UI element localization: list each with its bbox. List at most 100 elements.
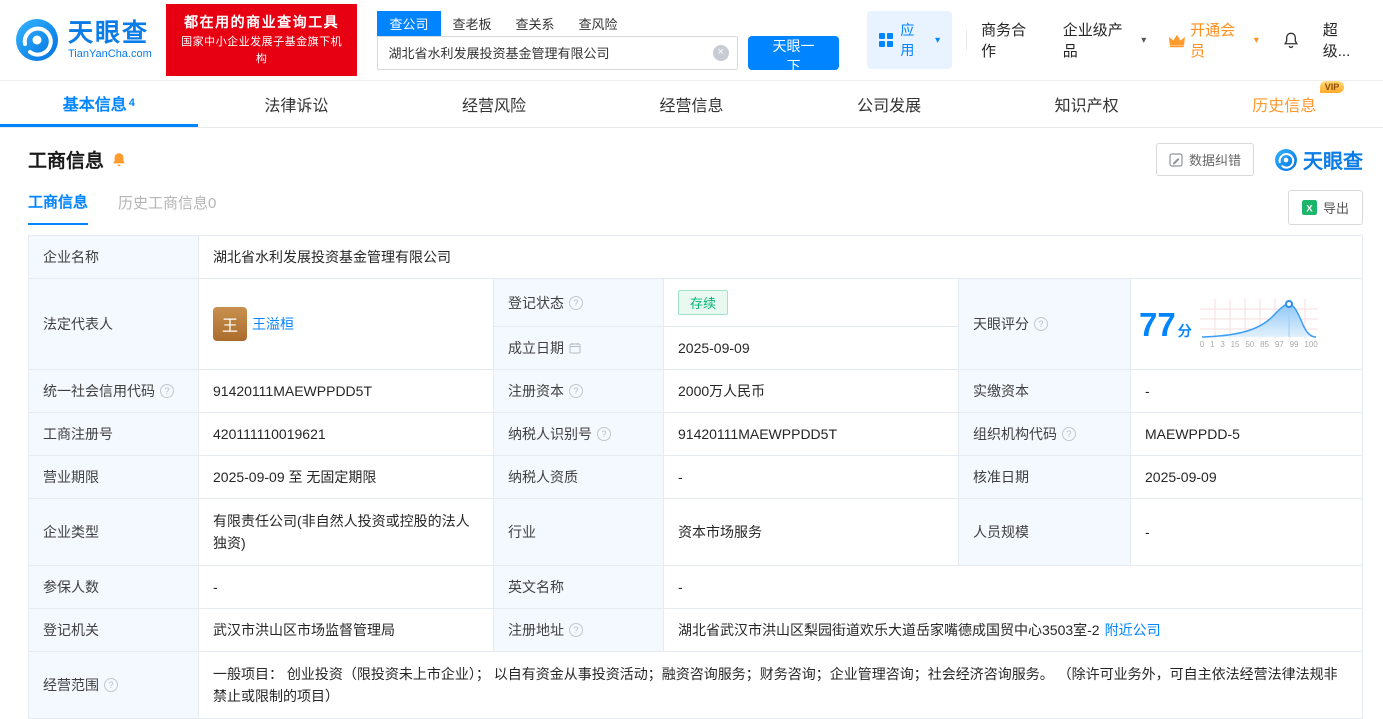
crown-icon: [1168, 33, 1186, 48]
top-header: 天眼查 TianYanCha.com 都在用的商业查询工具 国家中小企业发展子基…: [0, 0, 1383, 80]
value-registered-capital: 2000万人民币: [664, 370, 959, 413]
label-industry: 行业: [494, 499, 664, 566]
value-company-type: 有限责任公司(非自然人投资或控股的法人独资): [199, 499, 494, 566]
tianyancha-watermark: 天眼查: [1274, 145, 1363, 174]
help-icon[interactable]: ?: [569, 296, 583, 310]
announcement-bell-icon: [111, 152, 127, 168]
value-registration-number: 420111110019621: [199, 413, 494, 456]
label-registration-authority: 登记机关: [29, 609, 199, 652]
value-tianyan-score: 77分 01: [1131, 279, 1363, 370]
link-enterprise-products[interactable]: 企业级产品 ▾: [1063, 19, 1147, 61]
label-approval-date: 核准日期: [959, 456, 1131, 499]
search-tab-risk[interactable]: 查风险: [567, 11, 630, 36]
help-icon[interactable]: ?: [1062, 427, 1076, 441]
notification-bell-icon[interactable]: [1281, 30, 1301, 50]
help-icon[interactable]: ?: [104, 678, 118, 692]
label-english-name: 英文名称: [494, 566, 664, 609]
value-paid-in-capital: -: [1131, 370, 1363, 413]
help-icon[interactable]: ?: [569, 623, 583, 637]
tianyancha-logo[interactable]: 天眼查 TianYanCha.com: [14, 17, 152, 63]
label-staff-size: 人员规模: [959, 499, 1131, 566]
search-button[interactable]: 天眼一下: [748, 36, 840, 70]
search-tab-relation[interactable]: 查关系: [504, 11, 567, 36]
label-taxpayer-id: 纳税人识别号?: [494, 413, 664, 456]
search-tab-company[interactable]: 查公司: [377, 11, 440, 36]
business-info-subtabs: 工商信息 历史工商信息0 X 导出: [0, 184, 1383, 225]
chevron-down-icon: ▾: [1141, 35, 1146, 46]
search-box: ×: [377, 36, 737, 70]
tab-history-info[interactable]: 历史信息 VIP: [1185, 81, 1383, 127]
logo-domain-text: TianYanCha.com: [68, 48, 152, 61]
calendar-icon[interactable]: [569, 342, 581, 354]
label-registered-capital: 注册资本?: [494, 370, 664, 413]
logo-brand-text: 天眼查: [68, 19, 152, 48]
score-unit: 分: [1178, 323, 1192, 339]
tab-intellectual-property[interactable]: 知识产权: [988, 81, 1186, 127]
label-paid-in-capital: 实缴资本: [959, 370, 1131, 413]
chevron-down-icon: ▾: [935, 35, 940, 46]
apps-menu[interactable]: 应用 ▾: [867, 11, 952, 69]
subtab-business-info[interactable]: 工商信息: [28, 191, 88, 225]
value-taxpayer-id: 91420111MAEWPPDD5T: [664, 413, 959, 456]
tab-operating-info[interactable]: 经营信息: [593, 81, 791, 127]
value-taxpayer-qualification: -: [664, 456, 959, 499]
promo-badge: 都在用的商业查询工具 国家中小企业发展子基金旗下机构: [166, 4, 358, 76]
value-insured-count: -: [199, 566, 494, 609]
label-company-type: 企业类型: [29, 499, 199, 566]
label-taxpayer-qualification: 纳税人资质: [494, 456, 664, 499]
value-business-term: 2025-09-09 至 无固定期限: [199, 456, 494, 499]
search-input[interactable]: [377, 36, 737, 70]
link-super-vip[interactable]: 超级...: [1323, 19, 1365, 61]
label-business-scope: 经营范围?: [29, 652, 199, 719]
apps-label: 应用: [900, 20, 928, 60]
help-icon[interactable]: ?: [597, 427, 611, 441]
company-nav-tabs: 基本信息4 法律诉讼 经营风险 经营信息 公司发展 知识产权 历史信息 VIP: [0, 80, 1383, 128]
tab-legal-proceedings[interactable]: 法律诉讼: [198, 81, 396, 127]
legal-representative-link[interactable]: 王溢桓: [252, 314, 294, 334]
tab-basic-info[interactable]: 基本信息4: [0, 81, 198, 127]
link-open-membership[interactable]: 开通会员 ▾: [1168, 19, 1258, 61]
label-tianyan-score: 天眼评分?: [959, 279, 1131, 370]
avatar[interactable]: 王: [213, 307, 247, 341]
nearby-companies-link[interactable]: 附近公司: [1105, 620, 1161, 640]
data-correction-button[interactable]: 数据纠错: [1156, 143, 1254, 176]
value-approval-date: 2025-09-09: [1131, 456, 1363, 499]
value-english-name: -: [664, 566, 1363, 609]
search-tab-boss[interactable]: 查老板: [441, 11, 504, 36]
edit-document-icon: [1169, 153, 1183, 167]
excel-icon: X: [1302, 200, 1317, 215]
tianyancha-logo-icon: [1274, 148, 1298, 172]
help-icon[interactable]: ?: [569, 384, 583, 398]
export-button[interactable]: X 导出: [1288, 190, 1363, 225]
value-organization-code: MAEWPPDD-5: [1131, 413, 1363, 456]
section-title: 工商信息: [28, 146, 127, 173]
label-credit-code: 统一社会信用代码?: [29, 370, 199, 413]
tab-company-development[interactable]: 公司发展: [790, 81, 988, 127]
help-icon[interactable]: ?: [1034, 317, 1048, 331]
subtab-history-business-info[interactable]: 历史工商信息0: [118, 192, 216, 224]
value-registration-authority: 武汉市洪山区市场监督管理局: [199, 609, 494, 652]
label-registration-number: 工商注册号: [29, 413, 199, 456]
link-business-cooperation[interactable]: 商务合作: [981, 19, 1041, 61]
score-axis-ticks: 01 315 5085 9799 100: [1200, 340, 1318, 349]
tab-basic-count: 4: [129, 97, 135, 109]
label-insured-count: 参保人数: [29, 566, 199, 609]
search-area: 查公司 查老板 查关系 查风险 × 天眼一下: [377, 11, 839, 70]
label-company-name: 企业名称: [29, 236, 199, 279]
score-number: 77分: [1139, 308, 1192, 341]
value-registered-address: 湖北省武汉市洪山区梨园街道欢乐大道岳家嘴德成国贸中心3503室-2 附近公司: [664, 609, 1363, 652]
promo-line2: 国家中小企业发展子基金旗下机构: [176, 34, 348, 68]
chevron-down-icon: ▾: [1254, 35, 1259, 46]
label-registered-address: 注册地址?: [494, 609, 664, 652]
tianyancha-logo-icon: [14, 17, 60, 63]
help-icon[interactable]: ?: [160, 384, 174, 398]
label-organization-code: 组织机构代码?: [959, 413, 1131, 456]
value-credit-code: 91420111MAEWPPDD5T: [199, 370, 494, 413]
tab-operating-risk[interactable]: 经营风险: [395, 81, 593, 127]
clear-icon[interactable]: ×: [713, 45, 729, 61]
promo-line1: 都在用的商业查询工具: [176, 12, 348, 34]
label-establishment-date: 成立日期: [494, 327, 664, 370]
value-legal-representative: 王 王溢桓: [199, 279, 494, 370]
top-nav-links: 商务合作 企业级产品 ▾ 开通会员 ▾ 超级...: [981, 19, 1369, 61]
business-info-table: 企业名称 湖北省水利发展投资基金管理有限公司 法定代表人 王 王溢桓 登记状态?…: [28, 235, 1363, 719]
